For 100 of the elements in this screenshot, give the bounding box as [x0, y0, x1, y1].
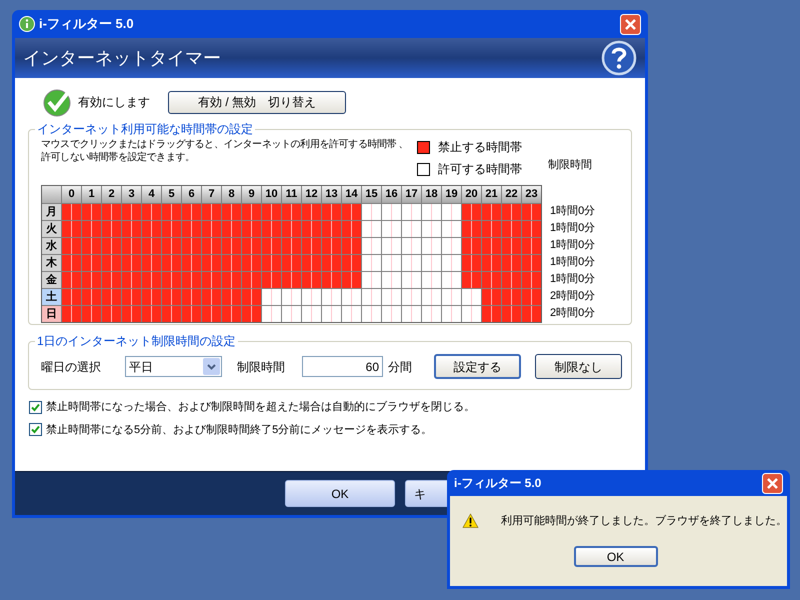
allowed-slot[interactable] — [442, 289, 461, 305]
blocked-slot[interactable] — [102, 238, 121, 254]
allowed-slot[interactable] — [402, 238, 421, 254]
allowed-slot[interactable] — [342, 306, 361, 322]
blocked-slot[interactable] — [222, 272, 241, 288]
blocked-slot[interactable] — [522, 306, 541, 322]
blocked-slot[interactable] — [82, 289, 101, 305]
blocked-slot[interactable] — [322, 255, 341, 271]
allowed-slot[interactable] — [422, 289, 441, 305]
blocked-slot[interactable] — [102, 221, 121, 237]
blocked-slot[interactable] — [282, 204, 301, 220]
no-limit-button[interactable]: 制限なし — [535, 354, 622, 379]
blocked-slot[interactable] — [522, 272, 541, 288]
blocked-slot[interactable] — [182, 306, 201, 322]
blocked-slot[interactable] — [482, 306, 501, 322]
blocked-slot[interactable] — [342, 204, 361, 220]
allowed-slot[interactable] — [422, 204, 441, 220]
blocked-slot[interactable] — [142, 289, 161, 305]
blocked-slot[interactable] — [322, 221, 341, 237]
allowed-slot[interactable] — [322, 306, 341, 322]
blocked-slot[interactable] — [122, 221, 141, 237]
blocked-slot[interactable] — [242, 255, 261, 271]
blocked-slot[interactable] — [482, 204, 501, 220]
blocked-slot[interactable] — [482, 238, 501, 254]
blocked-slot[interactable] — [162, 289, 181, 305]
blocked-slot[interactable] — [122, 255, 141, 271]
blocked-slot[interactable] — [102, 272, 121, 288]
blocked-slot[interactable] — [322, 238, 341, 254]
checkbox[interactable] — [29, 400, 42, 414]
allowed-slot[interactable] — [422, 306, 441, 322]
blocked-slot[interactable] — [182, 238, 201, 254]
blocked-slot[interactable] — [142, 272, 161, 288]
blocked-slot[interactable] — [242, 221, 261, 237]
allowed-slot[interactable] — [382, 221, 401, 237]
blocked-slot[interactable] — [222, 221, 241, 237]
blocked-slot[interactable] — [462, 238, 481, 254]
blocked-slot[interactable] — [142, 204, 161, 220]
blocked-slot[interactable] — [62, 238, 81, 254]
blocked-slot[interactable] — [122, 306, 141, 322]
blocked-slot[interactable] — [342, 221, 361, 237]
blocked-slot[interactable] — [82, 238, 101, 254]
allowed-slot[interactable] — [322, 289, 341, 305]
blocked-slot[interactable] — [302, 204, 321, 220]
blocked-slot[interactable] — [282, 272, 301, 288]
allowed-slot[interactable] — [382, 255, 401, 271]
allowed-slot[interactable] — [442, 221, 461, 237]
blocked-slot[interactable] — [502, 272, 521, 288]
blocked-slot[interactable] — [122, 204, 141, 220]
blocked-slot[interactable] — [322, 204, 341, 220]
blocked-slot[interactable] — [522, 289, 541, 305]
help-icon[interactable] — [601, 40, 637, 76]
blocked-slot[interactable] — [302, 272, 321, 288]
blocked-slot[interactable] — [302, 255, 321, 271]
allowed-slot[interactable] — [302, 289, 321, 305]
blocked-slot[interactable] — [62, 255, 81, 271]
allowed-slot[interactable] — [462, 306, 481, 322]
blocked-slot[interactable] — [262, 272, 281, 288]
allowed-slot[interactable] — [282, 289, 301, 305]
blocked-slot[interactable] — [502, 221, 521, 237]
blocked-slot[interactable] — [262, 255, 281, 271]
blocked-slot[interactable] — [482, 221, 501, 237]
blocked-slot[interactable] — [162, 255, 181, 271]
day-select[interactable]: 平日 — [125, 356, 222, 377]
allowed-slot[interactable] — [442, 204, 461, 220]
blocked-slot[interactable] — [262, 221, 281, 237]
blocked-slot[interactable] — [262, 238, 281, 254]
blocked-slot[interactable] — [482, 272, 501, 288]
blocked-slot[interactable] — [162, 272, 181, 288]
blocked-slot[interactable] — [202, 272, 221, 288]
blocked-slot[interactable] — [82, 204, 101, 220]
blocked-slot[interactable] — [462, 204, 481, 220]
set-button[interactable]: 設定する — [434, 354, 521, 379]
blocked-slot[interactable] — [82, 221, 101, 237]
blocked-slot[interactable] — [222, 255, 241, 271]
allowed-slot[interactable] — [442, 272, 461, 288]
close-icon[interactable] — [620, 14, 641, 34]
allowed-slot[interactable] — [402, 204, 421, 220]
allowed-slot[interactable] — [422, 221, 441, 237]
blocked-slot[interactable] — [342, 255, 361, 271]
blocked-slot[interactable] — [182, 272, 201, 288]
blocked-slot[interactable] — [202, 204, 221, 220]
blocked-slot[interactable] — [502, 289, 521, 305]
blocked-slot[interactable] — [182, 204, 201, 220]
allowed-slot[interactable] — [442, 238, 461, 254]
blocked-slot[interactable] — [62, 221, 81, 237]
blocked-slot[interactable] — [82, 272, 101, 288]
blocked-slot[interactable] — [202, 255, 221, 271]
allowed-slot[interactable] — [442, 306, 461, 322]
blocked-slot[interactable] — [102, 289, 121, 305]
blocked-slot[interactable] — [502, 255, 521, 271]
allowed-slot[interactable] — [262, 289, 281, 305]
allowed-slot[interactable] — [362, 238, 381, 254]
blocked-slot[interactable] — [182, 255, 201, 271]
allowed-slot[interactable] — [342, 289, 361, 305]
blocked-slot[interactable] — [302, 238, 321, 254]
allowed-slot[interactable] — [382, 289, 401, 305]
blocked-slot[interactable] — [122, 238, 141, 254]
blocked-slot[interactable] — [522, 221, 541, 237]
blocked-slot[interactable] — [142, 306, 161, 322]
blocked-slot[interactable] — [142, 255, 161, 271]
